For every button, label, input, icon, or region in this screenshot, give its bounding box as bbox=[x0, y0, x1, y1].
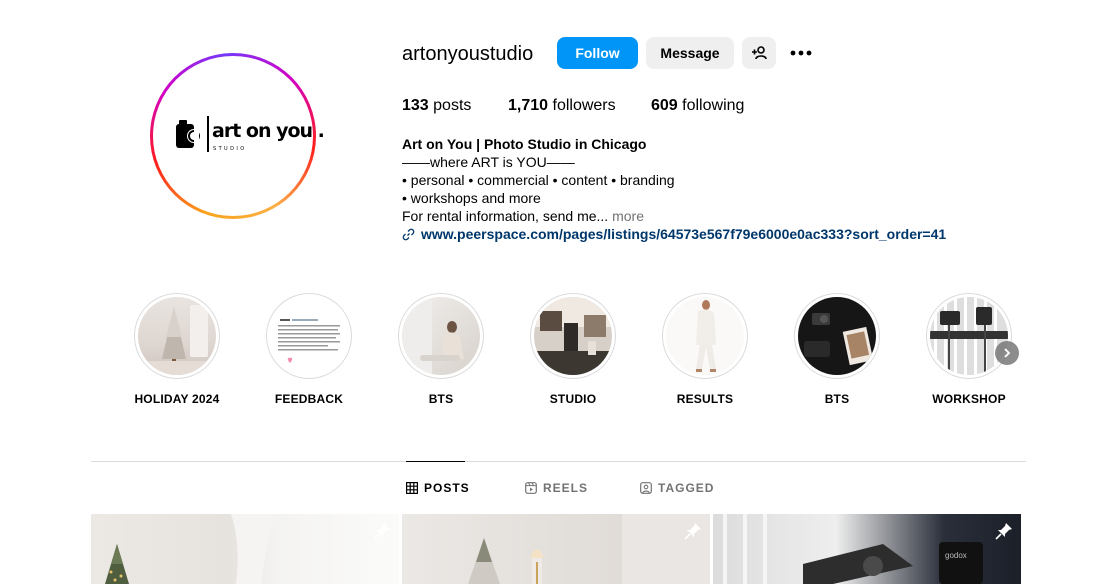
highlight-cover-image bbox=[278, 319, 340, 363]
tab-tagged[interactable]: TAGGED bbox=[640, 481, 714, 495]
highlight-label: BTS bbox=[824, 392, 850, 406]
post-image bbox=[105, 514, 276, 584]
post-image bbox=[468, 514, 710, 584]
pinned-icon bbox=[995, 523, 1012, 540]
bio-line: • workshops and more bbox=[402, 190, 541, 206]
bio-name: Art on You | Photo Studio in Chicago bbox=[402, 136, 647, 152]
bio-line: For rental information, send me... more bbox=[402, 208, 644, 224]
bio-line: • personal • commercial • content • bran… bbox=[402, 172, 675, 188]
profile-avatar[interactable]: art on you . STUDIO bbox=[150, 53, 325, 219]
grid-icon bbox=[406, 482, 418, 494]
reels-icon bbox=[525, 482, 537, 494]
highlight-label: RESULTS bbox=[676, 392, 734, 406]
following-link[interactable]: 609 following bbox=[651, 97, 744, 115]
follow-button[interactable]: Follow bbox=[557, 37, 638, 69]
post-thumbnail[interactable]: godox bbox=[713, 514, 1021, 584]
pinned-icon bbox=[373, 523, 390, 540]
highlight-label: WORKSHOP bbox=[932, 392, 1006, 406]
highlight-label: STUDIO bbox=[549, 392, 597, 406]
suggested-users-button[interactable] bbox=[742, 37, 776, 69]
bio-website-link[interactable]: www.peerspace.com/pages/listings/64573e5… bbox=[402, 226, 946, 242]
studio-logo: art on you . STUDIO bbox=[165, 116, 325, 156]
post-image: godox bbox=[723, 514, 983, 584]
more-options-button[interactable] bbox=[786, 37, 816, 69]
username: artonyoustudio bbox=[402, 43, 534, 65]
message-button[interactable]: Message bbox=[646, 37, 734, 69]
posts-count: 133 posts bbox=[402, 97, 472, 114]
highlight-feedback[interactable]: FEEDBACK bbox=[264, 293, 354, 406]
highlight-cover-image bbox=[804, 313, 874, 366]
active-tab-indicator bbox=[406, 461, 465, 462]
highlight-bts[interactable]: BTS bbox=[396, 293, 486, 406]
highlight-label: HOLIDAY 2024 bbox=[134, 392, 220, 406]
more-options-icon bbox=[790, 50, 812, 56]
link-icon bbox=[402, 228, 415, 240]
highlight-holiday-2024[interactable]: HOLIDAY 2024 bbox=[132, 293, 222, 406]
highlight-results[interactable]: RESULTS bbox=[660, 293, 750, 406]
tagged-icon bbox=[640, 482, 652, 494]
bio-line: ——where ART is YOU—— bbox=[402, 154, 575, 170]
post-thumbnail[interactable] bbox=[91, 514, 399, 584]
bio-more-link[interactable]: more bbox=[612, 208, 644, 224]
highlight-cover-image bbox=[138, 305, 216, 375]
highlight-label: FEEDBACK bbox=[274, 392, 344, 406]
tab-reels[interactable]: REELS bbox=[525, 481, 588, 495]
chevron-right-icon bbox=[1004, 348, 1011, 358]
pinned-icon bbox=[684, 523, 701, 540]
highlight-cover-image bbox=[696, 300, 716, 372]
highlight-bts-2[interactable]: BTS bbox=[792, 293, 882, 406]
svg-text:godox: godox bbox=[945, 551, 967, 560]
add-person-icon bbox=[752, 46, 767, 60]
followers-link[interactable]: 1,710 followers bbox=[508, 97, 616, 115]
camera-logo-icon bbox=[176, 120, 201, 148]
highlight-label: BTS bbox=[428, 392, 454, 406]
tab-posts[interactable]: POSTS bbox=[406, 481, 470, 495]
highlight-studio[interactable]: STUDIO bbox=[528, 293, 618, 406]
highlights-next-button[interactable] bbox=[995, 341, 1019, 365]
post-thumbnail[interactable] bbox=[402, 514, 710, 584]
highlight-cover-image bbox=[534, 297, 612, 375]
highlight-cover-image bbox=[930, 297, 1008, 375]
tabs-divider bbox=[91, 461, 1026, 462]
highlight-cover-image bbox=[402, 297, 464, 375]
